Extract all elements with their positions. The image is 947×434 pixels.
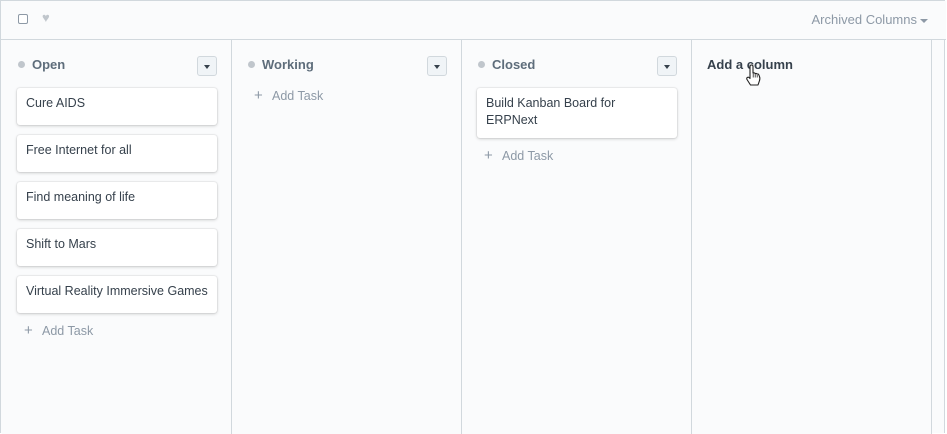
add-task-label: Add Task — [42, 324, 94, 338]
add-column-area: Add a column — [692, 40, 932, 434]
plus-icon: + — [484, 147, 493, 164]
add-task-label: Add Task — [502, 149, 554, 163]
caret-down-icon — [920, 18, 928, 23]
column-menu-button[interactable] — [657, 56, 677, 76]
card-list: Build Kanban Board for ERPNext + Add Task — [477, 88, 677, 164]
column-title: Closed — [492, 57, 536, 72]
caret-down-icon — [204, 65, 210, 69]
heart-icon[interactable]: ♥ — [42, 10, 50, 26]
column-status-dot-icon — [248, 61, 255, 68]
kanban-column-open: Open Cure AIDS Free Internet for all Find m… — [2, 40, 232, 434]
kanban-card[interactable]: Cure AIDS — [17, 88, 217, 125]
card-list: Cure AIDS Free Internet for all Find meani… — [17, 88, 217, 339]
archived-columns-dropdown[interactable]: Archived Columns — [811, 12, 928, 28]
kanban-card[interactable]: Find meaning of life — [17, 182, 217, 219]
column-title: Open — [32, 57, 66, 72]
select-all-checkbox[interactable] — [18, 14, 28, 24]
column-status-dot-icon — [478, 61, 485, 68]
plus-icon: + — [254, 87, 263, 104]
column-status-dot-icon — [18, 61, 25, 68]
kanban-card[interactable]: Virtual Reality Immersive Games — [17, 276, 217, 313]
caret-down-icon — [434, 65, 440, 69]
kanban-toolbar: ♥ Archived Columns — [1, 1, 946, 40]
caret-down-icon — [664, 65, 670, 69]
archived-columns-label: Archived Columns — [811, 12, 918, 27]
add-task-button[interactable]: + Add Task — [24, 323, 217, 339]
card-list: + Add Task — [247, 88, 447, 104]
column-header: Open — [17, 56, 217, 76]
column-menu-button[interactable] — [197, 56, 217, 76]
kanban-frame: ♥ Archived Columns Open Cure AIDS Free Int… — [0, 0, 946, 434]
kanban-card[interactable]: Build Kanban Board for ERPNext — [477, 88, 677, 138]
plus-icon: + — [24, 322, 33, 339]
add-task-label: Add Task — [272, 89, 324, 103]
kanban-card[interactable]: Free Internet for all — [17, 135, 217, 172]
column-header: Working — [247, 56, 447, 76]
column-title: Working — [262, 57, 314, 72]
kanban-column-working: Working + Add Task — [232, 40, 462, 434]
hand-pointer-icon — [746, 64, 761, 86]
add-task-button[interactable]: + Add Task — [484, 148, 677, 164]
kanban-column-closed: Closed Build Kanban Board for ERPNext + Add… — [462, 40, 692, 434]
add-task-button[interactable]: + Add Task — [254, 88, 447, 104]
column-header: Closed — [477, 56, 677, 76]
kanban-board: Open Cure AIDS Free Internet for all Find m… — [2, 40, 932, 434]
column-menu-button[interactable] — [427, 56, 447, 76]
kanban-card[interactable]: Shift to Mars — [17, 229, 217, 266]
